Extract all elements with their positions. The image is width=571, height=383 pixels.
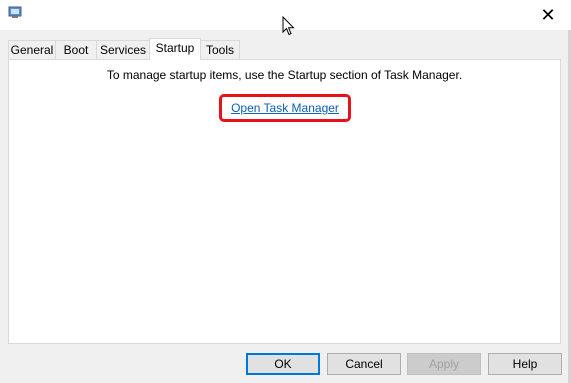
tab-services-label: Services [99,43,146,57]
tab-startup[interactable]: Startup [149,38,201,60]
close-icon: ✕ [540,4,556,25]
tab-general-label: General [10,43,54,57]
startup-info-text: To manage startup items, use the Startup… [106,68,463,82]
ok-button[interactable]: OK [246,353,320,375]
highlight-box: Open Task Manager [219,94,351,122]
msconfig-icon [8,6,22,18]
help-button[interactable]: Help [488,353,562,375]
tab-startup-label: Startup [155,41,195,55]
mouse-cursor-icon [282,16,295,36]
tab-tools-label: Tools [205,43,234,57]
tab-tools[interactable]: Tools [200,40,240,59]
tab-boot-label: Boot [63,43,89,57]
tab-services[interactable]: Services [96,40,150,59]
apply-button[interactable]: Apply [407,353,481,375]
startup-tab-panel: To manage startup items, use the Startup… [8,59,561,344]
tab-general[interactable]: General [8,40,56,59]
system-configuration-dialog: ✕ General Boot Services Startup Tools To… [0,0,571,383]
cancel-button[interactable]: Cancel [327,353,401,375]
open-task-manager-link[interactable]: Open Task Manager [222,101,348,115]
tab-strip: General Boot Services Startup Tools [8,38,568,60]
tab-boot[interactable]: Boot [55,40,97,59]
close-button[interactable]: ✕ [525,0,571,30]
